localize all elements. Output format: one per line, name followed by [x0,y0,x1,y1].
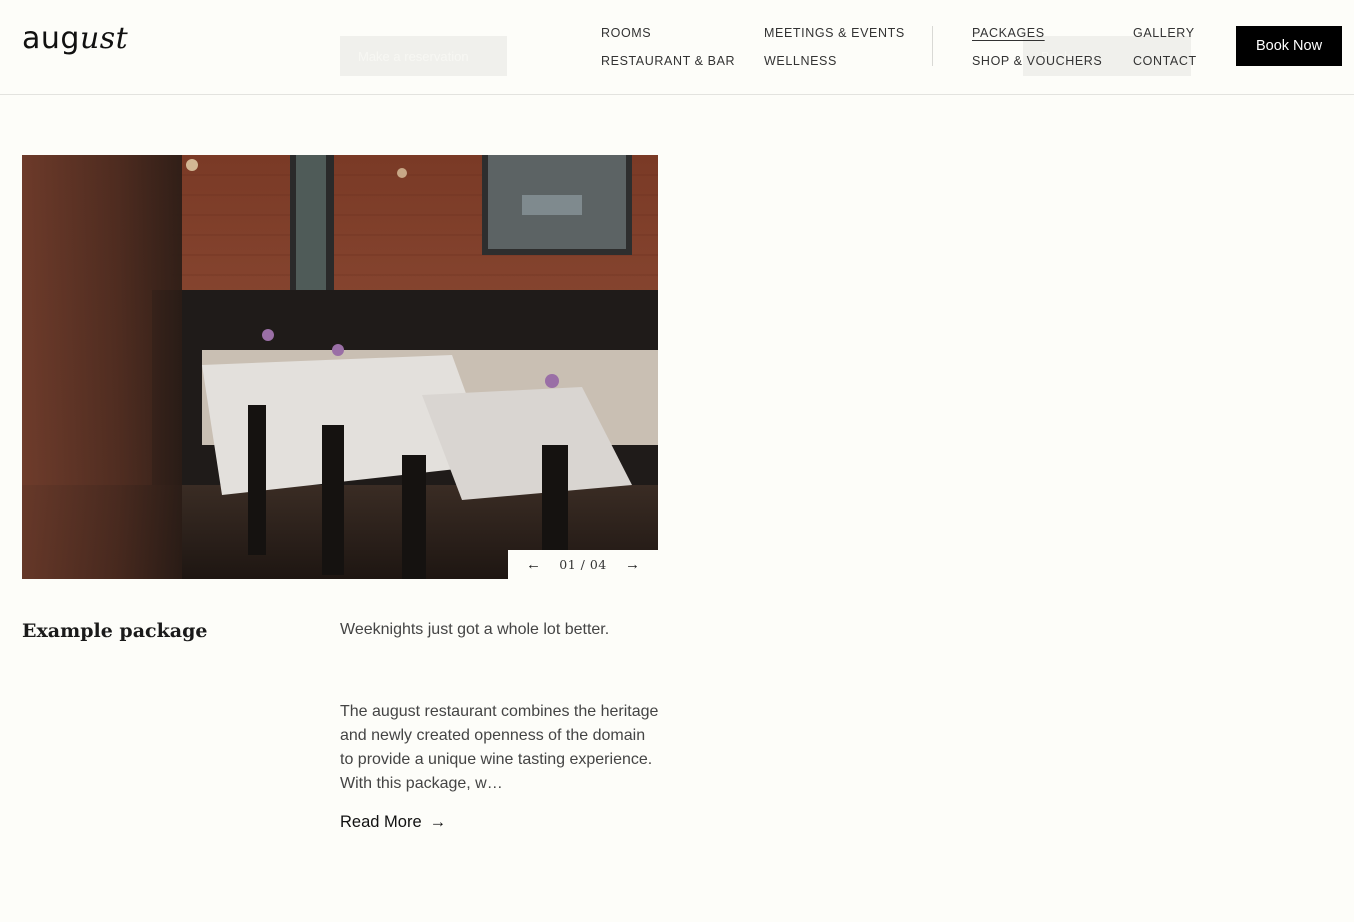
package-title: Example package [22,620,208,642]
ghost-reservation-label: Make a reservation [358,48,469,64]
arrow-right-icon: → [429,813,447,831]
nav-gallery[interactable]: GALLERY [1133,25,1195,41]
arrow-right-icon[interactable]: → [625,556,640,573]
logo-text-italic: ust [79,21,129,56]
read-more-link[interactable]: Read More → [340,813,446,832]
logo-text-main: aug [22,21,80,56]
carousel-pager: ← 01 / 04 → [508,550,658,579]
nav-contact[interactable]: CONTACT [1133,53,1197,69]
read-more-label: Read More [340,813,422,831]
nav-rooms[interactable]: ROOMS [601,25,651,41]
carousel-counter: 01 / 04 [559,557,607,572]
nav-wellness[interactable]: WELLNESS [764,53,837,69]
package-image [22,155,658,579]
nav-divider [932,26,933,66]
package-description: The august restaurant combines the herit… [340,703,659,792]
book-now-button[interactable]: Book Now [1236,26,1342,66]
site-header: august Make a reservation Book now ROOMS… [0,0,1354,95]
arrow-left-icon[interactable]: ← [526,556,541,573]
nav-restaurant-bar[interactable]: RESTAURANT & BAR [601,53,735,69]
nav-packages[interactable]: PACKAGES [972,25,1045,41]
nav-meetings-events[interactable]: MEETINGS & EVENTS [764,25,905,41]
restaurant-photo [22,155,658,579]
package-tagline: Weeknights just got a whole lot better. [340,621,610,638]
nav-shop-vouchers[interactable]: SHOP & VOUCHERS [972,53,1102,69]
logo[interactable]: august [22,21,128,56]
ghost-reservation-button: Make a reservation [340,36,507,76]
